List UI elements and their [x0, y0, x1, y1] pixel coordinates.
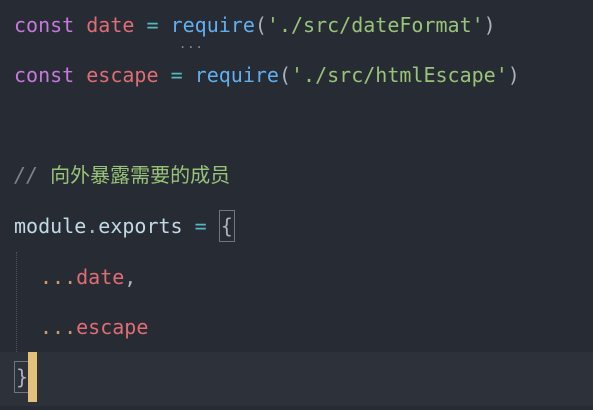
spread-name: escape — [76, 315, 149, 339]
assign-operator: = — [146, 13, 159, 37]
paren-close: ) — [507, 63, 520, 87]
spread-operator: ... — [40, 265, 77, 289]
code-line-1-content: const date = require('./src/dateFormat') — [14, 0, 496, 50]
keyword-const: const — [14, 13, 75, 37]
code-line-6[interactable]: ...date, — [0, 252, 593, 302]
module-identifier: module — [14, 214, 87, 238]
string-literal: './src/htmlEscape' — [291, 63, 508, 87]
code-editor[interactable]: const date = require('./src/dateFormat')… — [0, 0, 593, 410]
code-line-5[interactable]: module.exports = { — [0, 201, 593, 251]
string-literal: './src/dateFormat' — [266, 13, 484, 37]
code-line-2-content: const escape = require('./src/htmlEscape… — [14, 50, 520, 100]
exports-identifier: exports — [98, 214, 183, 238]
assign-operator: = — [170, 63, 183, 87]
spread-name: date — [76, 265, 125, 289]
comment-text: 向外暴露需要的成员 — [50, 163, 231, 187]
brace-open-matched: { — [218, 210, 235, 242]
member-dot: . — [86, 214, 99, 238]
function-name: require — [194, 63, 279, 87]
code-line-4[interactable]: // 向外暴露需要的成员 — [0, 150, 593, 200]
comment-line: // 向外暴露需要的成员 — [14, 150, 230, 200]
paren-open: ( — [278, 63, 291, 87]
text-cursor — [28, 352, 37, 402]
assign-operator: = — [194, 214, 207, 238]
suggestion-hint-dots[interactable]: ... — [179, 38, 204, 50]
function-name: require — [170, 13, 255, 37]
paren-close: ) — [483, 13, 496, 37]
code-line-7-content: ...escape — [40, 302, 148, 352]
variable-name: date — [86, 13, 135, 37]
code-line-6-content: ...date, — [40, 252, 136, 302]
code-line-7[interactable]: ...escape — [0, 302, 593, 352]
variable-name: escape — [86, 63, 159, 87]
paren-open: ( — [254, 13, 267, 37]
code-line-8-current[interactable]: } — [0, 352, 593, 406]
spread-operator: ... — [40, 315, 77, 339]
code-line-5-content: module.exports = { — [14, 201, 235, 251]
code-line-2[interactable]: const escape = require('./src/htmlEscape… — [0, 50, 593, 100]
keyword-const: const — [14, 63, 75, 87]
comment-slashes: // — [14, 163, 39, 187]
code-line-1[interactable]: const date = require('./src/dateFormat') — [0, 0, 593, 50]
comma: , — [124, 265, 137, 289]
